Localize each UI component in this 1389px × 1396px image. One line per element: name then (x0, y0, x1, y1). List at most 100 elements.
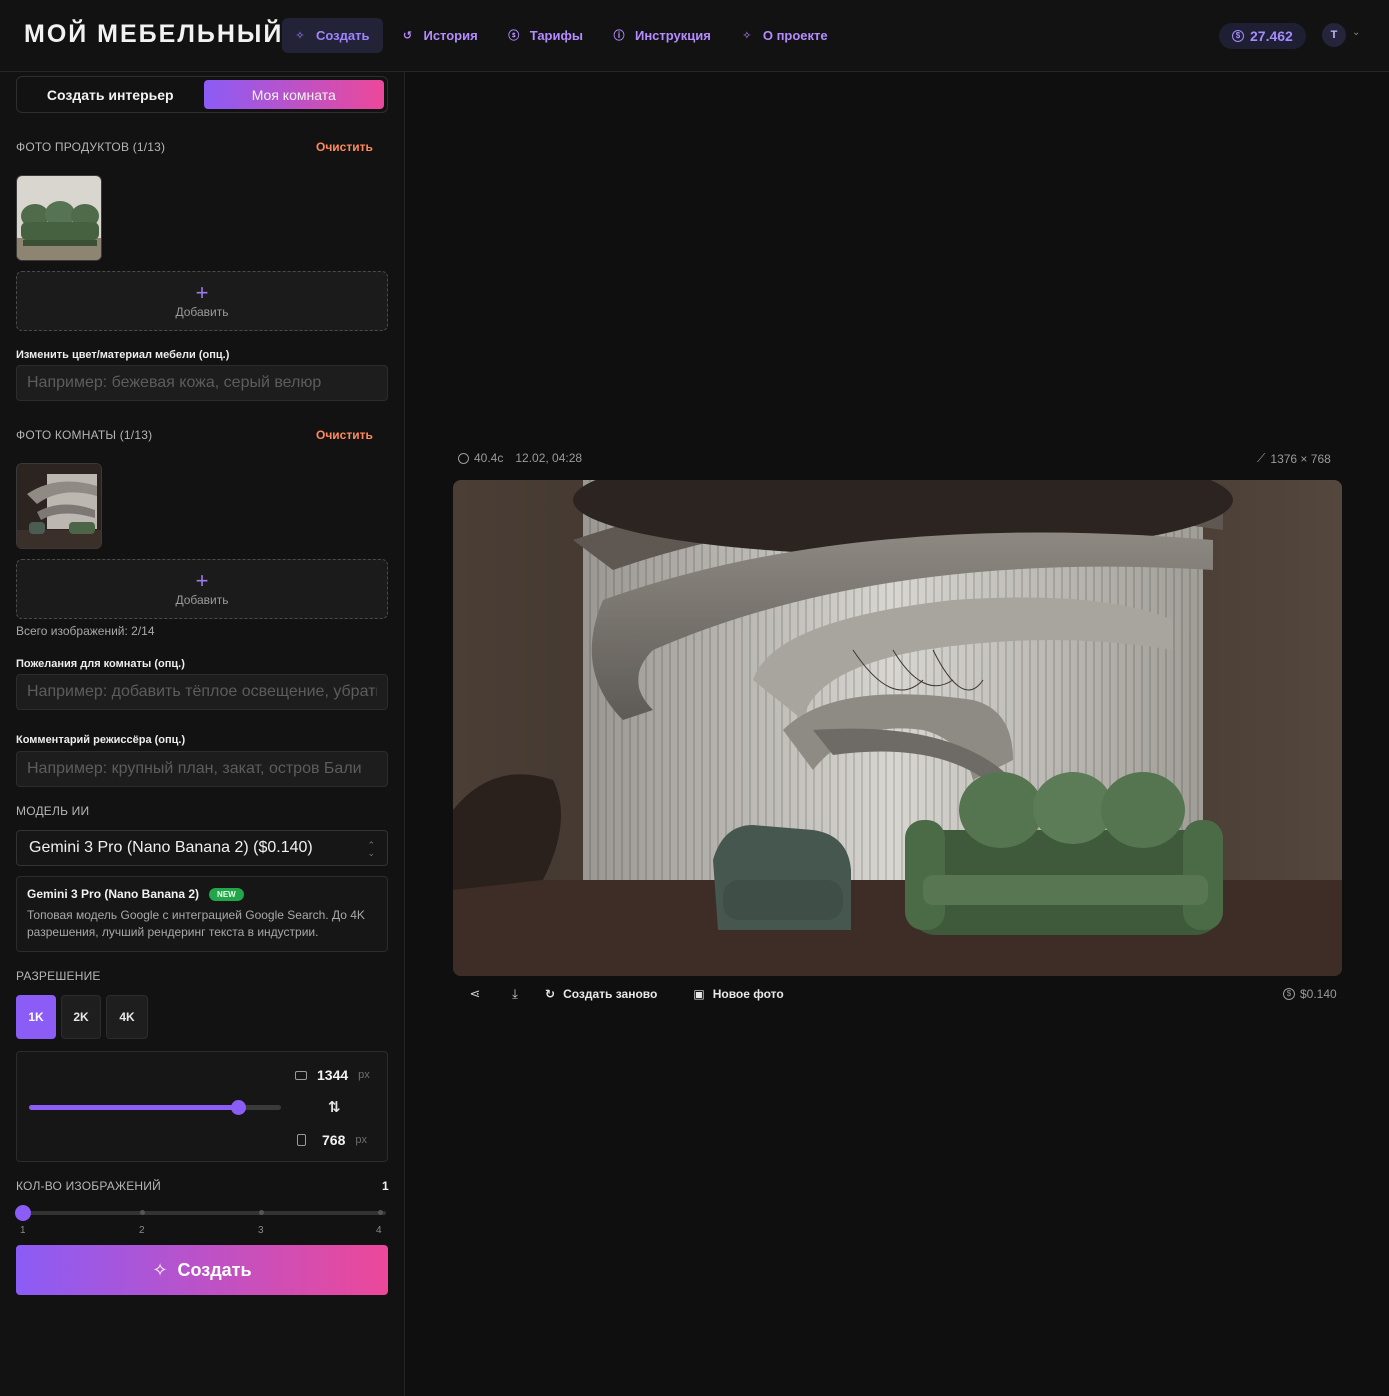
dollar-circle-icon: $ (1283, 988, 1295, 1000)
mode-switch: Создать интерьер Моя комната (16, 76, 388, 113)
regenerate-label: Создать заново (563, 987, 658, 1001)
count-tick: 3 (258, 1225, 264, 1236)
info-icon: ⓘ (613, 29, 625, 42)
nav-pricing-label: Тарифы (529, 28, 583, 43)
resolution-4k-button[interactable]: 4K (106, 995, 148, 1039)
aspect-slider-fill (29, 1105, 239, 1110)
model-label: МОДЕЛЬ ИИ (16, 804, 90, 818)
model-info-card: Gemini 3 Pro (Nano Banana 2) NEW Топовая… (16, 876, 388, 952)
plus-icon: + (195, 280, 209, 305)
swap-dimensions-icon[interactable]: ⇅ (328, 1098, 341, 1116)
dollar-circle-icon: ⓢ (508, 29, 520, 42)
landscape-icon (295, 1070, 307, 1080)
slider-step-dot (378, 1210, 383, 1215)
resolution-options: 1K 2K 4K (16, 995, 148, 1039)
chevron-down-icon[interactable]: ⌄ (1352, 28, 1362, 38)
nav-instructions-label: Инструкция (634, 28, 711, 43)
add-product-photo[interactable]: + Добавить (16, 271, 388, 331)
new-badge: NEW (209, 887, 244, 901)
nav-instructions[interactable]: ⓘ Инструкция (601, 18, 723, 53)
image-count-value: 1 (382, 1179, 389, 1193)
add-room-photo[interactable]: + Добавить (16, 559, 388, 619)
width-unit: px (358, 1069, 370, 1081)
aspect-slider-thumb[interactable] (231, 1100, 247, 1115)
director-comment-input[interactable] (16, 751, 388, 787)
clear-products-button[interactable]: Очистить (316, 140, 373, 154)
product-thumbnail[interactable] (16, 175, 102, 261)
room-wishes-label: Пожелания для комнаты (опц.) (16, 658, 185, 670)
nav-about-label: О проекте (762, 28, 828, 43)
add-product-label: Добавить (175, 305, 229, 319)
add-room-label: Добавить (175, 593, 229, 607)
clear-room-button[interactable]: Очистить (316, 428, 373, 442)
generation-cost: $ $0.140 (1283, 987, 1337, 1001)
generation-cost-value: $0.140 (1300, 987, 1337, 1001)
width-value[interactable]: 1344 (317, 1067, 348, 1083)
sparkles-icon: ✧ (295, 29, 305, 42)
create-button[interactable]: ✧ Создать (16, 1245, 388, 1295)
height-unit: px (355, 1134, 367, 1146)
model-select[interactable]: Gemini 3 Pro (Nano Banana 2) ($0.140) ⌃ ⌄ (16, 830, 388, 866)
room-wishes-input[interactable] (16, 674, 388, 710)
product-photos-label: ФОТО ПРОДУКТОВ (1/13) (16, 140, 166, 154)
room-photos-label: ФОТО КОМНАТЫ (1/13) (16, 428, 153, 442)
nav-create[interactable]: ✧ Создать (282, 18, 384, 53)
user-avatar[interactable]: T (1322, 23, 1346, 47)
count-tick: 4 (376, 1225, 382, 1236)
share-icon[interactable]: ⋖ (467, 986, 483, 1002)
generation-duration: 40.4с (474, 451, 504, 465)
create-button-label: Создать (177, 1259, 252, 1280)
clock-icon (458, 452, 469, 464)
image-dimensions-value: 1376 × 768 (1270, 451, 1331, 466)
model-select-value: Gemini 3 Pro (Nano Banana 2) ($0.140) (29, 839, 313, 856)
sidebar: Создать интерьер Моя комната ФОТО ПРОДУК… (0, 72, 405, 1396)
chevron-updown-icon: ⌃ ⌄ (367, 840, 375, 858)
nav-history[interactable]: ↺ История (389, 18, 489, 53)
nav-create-label: Создать (316, 28, 370, 43)
regenerate-button[interactable]: ↻ Создать заново (545, 987, 657, 1001)
image-plus-icon: ▣ (693, 987, 705, 1001)
image-count-thumb[interactable] (15, 1205, 31, 1221)
download-icon[interactable]: ⤓ (507, 986, 523, 1002)
color-material-input[interactable] (16, 365, 388, 401)
color-material-label: Изменить цвет/материал мебели (опц.) (16, 349, 230, 361)
image-dimensions: ⟋ 1376 × 768 (1257, 451, 1331, 466)
generation-meta: 40.4с 12.02, 04:28 (458, 451, 582, 465)
resolution-2k-button[interactable]: 2K (61, 995, 101, 1039)
image-count-label: КОЛ-ВО ИЗОБРАЖЕНИЙ (16, 1179, 161, 1193)
balance-badge[interactable]: $ 27.462 (1219, 23, 1306, 49)
total-images-text: Всего изображений: 2/14 (16, 624, 155, 638)
director-comment-label: Комментарий режиссёра (опц.) (16, 734, 186, 746)
app-header: МОЙ МЕБЕЛЬНЫЙ ✧ Создать ↺ История ⓢ Тари… (0, 0, 1389, 72)
sparkles-icon: ✧ (152, 1259, 168, 1280)
new-photo-button[interactable]: ▣ Новое фото (693, 987, 783, 1001)
generated-image[interactable] (453, 480, 1342, 976)
dollar-circle-icon: $ (1232, 30, 1244, 42)
size-panel: 1344 px ⇅ 768 px (16, 1051, 388, 1162)
width-row: 1344 px (295, 1067, 370, 1083)
main-nav: ✧ Создать ↺ История ⓢ Тарифы ⓘ Инструкци… (282, 18, 840, 53)
tab-create-interior[interactable]: Создать интерьер (20, 80, 201, 109)
nav-pricing[interactable]: ⓢ Тарифы (496, 18, 595, 53)
image-actions: ⋖ ⤓ ↻ Создать заново ▣ Новое фото (467, 986, 784, 1002)
history-icon: ↺ (402, 29, 413, 42)
height-value[interactable]: 768 (322, 1132, 345, 1148)
new-photo-label: Новое фото (712, 987, 784, 1001)
resolution-1k-button[interactable]: 1K (16, 995, 56, 1039)
ruler-icon: ⟋ (1257, 451, 1266, 465)
count-tick: 2 (139, 1225, 145, 1236)
aspect-slider[interactable] (29, 1100, 281, 1115)
plus-icon: + (195, 568, 209, 593)
app-logo[interactable]: МОЙ МЕБЕЛЬНЫЙ (24, 20, 283, 49)
tab-my-room[interactable]: Моя комната (203, 80, 384, 109)
resolution-label: РАЗРЕШЕНИЕ (16, 969, 101, 983)
room-thumbnail[interactable] (16, 463, 102, 549)
refresh-icon: ↻ (545, 987, 556, 1001)
height-row: 768 px (297, 1132, 367, 1148)
model-description: Топовая модель Google с интеграцией Goog… (27, 908, 365, 939)
nav-about[interactable]: ✧ О проекте (729, 18, 840, 53)
nav-history-label: История (423, 28, 478, 43)
slider-step-dot (259, 1210, 264, 1215)
image-count-slider[interactable] (15, 1205, 386, 1221)
generation-datetime: 12.02, 04:28 (515, 451, 583, 465)
